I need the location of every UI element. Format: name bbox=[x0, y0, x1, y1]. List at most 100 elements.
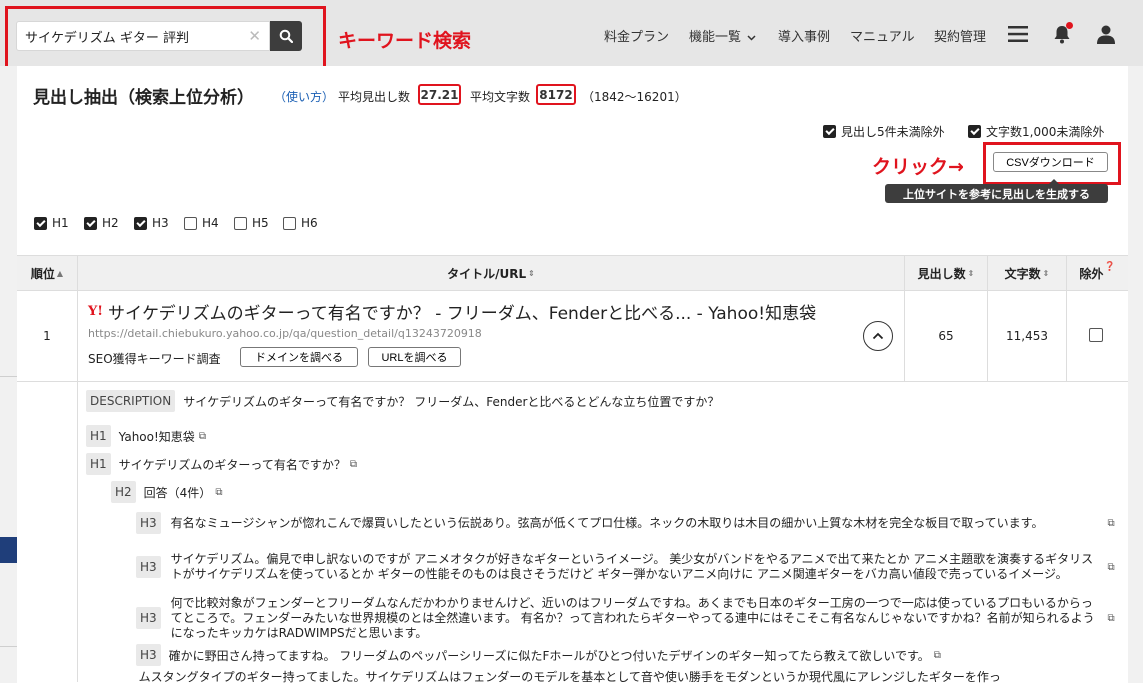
heading-tag: H3 bbox=[136, 644, 161, 666]
sort-icon[interactable]: ⇕ bbox=[968, 269, 975, 278]
row-char-count: 11,453 bbox=[1006, 329, 1048, 343]
heading-text: サイケデリズムのギターって有名ですか？ bbox=[118, 457, 346, 472]
heading-tag: H2 bbox=[111, 481, 136, 503]
click-note: クリック→ bbox=[872, 156, 964, 178]
checkbox-unchecked[interactable] bbox=[283, 216, 296, 230]
column-headings[interactable]: 見出し数 ⇕ bbox=[905, 256, 987, 290]
result-title[interactable]: サイケデリズムのギターって有名ですか？ - フリーダム、Fenderと比べる..… bbox=[108, 299, 816, 324]
column-rank-label[interactable]: 順位 bbox=[31, 265, 55, 282]
heading-h3-short: H3 確かに野田さん持ってますね。 フリーダムのペッパーシリーズに似たFホールが… bbox=[136, 644, 941, 666]
heading-text: 何で比較対象がフェンダーとフリーダムなんだかわかりませんけど、近いのはフリーダム… bbox=[170, 595, 1095, 640]
level-label: H1 bbox=[52, 216, 69, 230]
level-h1-checkbox[interactable]: H1 bbox=[34, 216, 69, 230]
exclude-under5-checkbox[interactable]: 見出し5件未満除外 bbox=[823, 123, 945, 140]
external-link-icon[interactable]: ⧉ bbox=[1108, 562, 1115, 573]
nav-features[interactable]: 機能一覧 bbox=[689, 26, 756, 45]
column-chars[interactable]: 文字数 ⇕ bbox=[988, 256, 1066, 290]
column-title[interactable]: タイトル/URL ⇕ bbox=[78, 256, 904, 290]
notification-button[interactable] bbox=[1050, 22, 1074, 46]
heading-text: 有名なミュージシャンが惚れこんで爆買いしたという伝説あり。弦高が低くてプロ仕様。… bbox=[170, 515, 1044, 530]
avg-heading-value: 27.21 bbox=[418, 84, 461, 105]
check-url-button[interactable]: URLを調べる bbox=[368, 347, 461, 367]
row-rank: 1 bbox=[43, 329, 51, 343]
column-rank[interactable]: 順位 ▲ bbox=[17, 256, 77, 290]
result-url[interactable]: https://detail.chiebukuro.yahoo.co.jp/qa… bbox=[88, 327, 482, 340]
column-exclude: 除外 ❓ bbox=[1067, 256, 1128, 290]
external-link-icon[interactable]: ⧉ bbox=[199, 431, 206, 442]
description-tag: DESCRIPTION bbox=[86, 390, 176, 412]
generate-headings-tooltip[interactable]: 上位サイトを参考に見出しを生成する bbox=[885, 179, 1108, 203]
heading-h1: H1 サイケデリズムのギターって有名ですか？ ⧉ bbox=[86, 453, 357, 475]
heading-h3: H3 サイケデリズム。偏見で申し訳ないのですが アニメオタクが好きなギターという… bbox=[136, 544, 1115, 590]
column-headings-label[interactable]: 見出し数 bbox=[918, 265, 966, 282]
account-button[interactable] bbox=[1094, 22, 1118, 46]
results-table-header: 順位 ▲ タイトル/URL ⇕ 見出し数 ⇕ 文字数 ⇕ 除外 ❓ bbox=[17, 255, 1128, 291]
collapse-button[interactable] bbox=[863, 321, 893, 351]
exclude-checkbox[interactable] bbox=[1089, 328, 1103, 342]
nav-cases[interactable]: 導入事例 bbox=[778, 26, 830, 45]
checkbox-checked[interactable] bbox=[84, 216, 97, 230]
external-link-icon[interactable]: ⧉ bbox=[934, 650, 941, 661]
external-link-icon[interactable]: ⧉ bbox=[215, 487, 222, 498]
level-h3-checkbox[interactable]: H3 bbox=[134, 216, 169, 230]
column-chars-label[interactable]: 文字数 bbox=[1005, 265, 1041, 282]
help-icon[interactable]: ❓ bbox=[1104, 262, 1115, 272]
left-accent-band bbox=[0, 537, 17, 563]
search-highlight-frame bbox=[5, 6, 326, 69]
heading-text: 回答（4件） bbox=[143, 485, 212, 500]
left-background-strip bbox=[0, 66, 17, 683]
menu-button[interactable] bbox=[1006, 22, 1030, 46]
sort-icon[interactable]: ⇕ bbox=[1043, 269, 1050, 278]
row-heading-count: 65 bbox=[938, 329, 954, 343]
result-title-link[interactable]: Y! サイケデリズムのギターって有名ですか？ - フリーダム、Fenderと比べ… bbox=[88, 299, 816, 324]
nav-features-label[interactable]: 機能一覧 bbox=[689, 30, 741, 45]
external-link-icon[interactable]: ⧉ bbox=[1108, 518, 1115, 529]
nav-manual[interactable]: マニュアル bbox=[850, 26, 915, 45]
description-text: サイケデリズムのギターって有名ですか？ フリーダム、Fenderと比べるとどんな… bbox=[183, 394, 720, 409]
headings-detail: DESCRIPTION サイケデリズムのギターって有名ですか？ フリーダム、Fe… bbox=[78, 382, 1128, 683]
heading-tag: H1 bbox=[86, 425, 111, 447]
level-h6-checkbox[interactable]: H6 bbox=[283, 216, 318, 230]
heading-text: ムスタングタイプのギター持ってました。サイケデリズムはフェンダーのモデルを基本と… bbox=[138, 670, 1001, 683]
heading-h2: H2 回答（4件） ⧉ bbox=[111, 481, 222, 503]
page-title: 見出し抽出（検索上位分析） bbox=[33, 88, 254, 108]
scrollbar-track[interactable] bbox=[1128, 66, 1143, 683]
checkbox-checked[interactable] bbox=[134, 216, 147, 230]
level-label: H2 bbox=[102, 216, 119, 230]
checkbox-unchecked[interactable] bbox=[184, 216, 197, 230]
hamburger-icon bbox=[1008, 26, 1028, 42]
level-h4-checkbox[interactable]: H4 bbox=[184, 216, 219, 230]
heading-h3-cut: H3 ムスタングタイプのギター持ってました。サイケデリズムはフェンダーのモデルを… bbox=[136, 670, 1069, 683]
column-exclude-label: 除外 bbox=[1079, 266, 1104, 281]
nav-pricing[interactable]: 料金プラン bbox=[604, 26, 669, 45]
sort-icon[interactable]: ⇕ bbox=[528, 269, 535, 278]
heading-tag: H1 bbox=[86, 453, 111, 475]
level-h5-checkbox[interactable]: H5 bbox=[234, 216, 269, 230]
nav-contract[interactable]: 契約管理 bbox=[934, 26, 986, 45]
avg-chars-value: 8172 bbox=[536, 84, 576, 105]
checkbox-unchecked[interactable] bbox=[234, 216, 247, 230]
avg-chars-label: 平均文字数 bbox=[470, 90, 531, 104]
keyword-search-note: キーワード検索 bbox=[338, 30, 472, 52]
howto-link[interactable]: （使い方） bbox=[274, 88, 334, 105]
checkbox-checked[interactable] bbox=[968, 125, 981, 138]
heading-text: サイケデリズム。偏見で申し訳ないのですが アニメオタクが好きなギターというイメー… bbox=[170, 552, 1094, 581]
avg-heading-label: 平均見出し数 bbox=[338, 90, 411, 104]
sort-asc-icon[interactable]: ▲ bbox=[57, 269, 63, 278]
checkbox-checked[interactable] bbox=[34, 216, 47, 230]
check-domain-button[interactable]: ドメインを調べる bbox=[240, 347, 358, 367]
seo-keyword-label: SEO獲得キーワード調査 bbox=[88, 352, 221, 366]
heading-extraction-panel: 見出し抽出（検索上位分析） （使い方） 平均見出し数 27.21 平均文字数 8… bbox=[17, 66, 1128, 683]
top-header: サイケデリズム ギター 評判 ✕ キーワード検索 料金プラン 機能一覧 導入事例… bbox=[0, 0, 1143, 69]
level-label: H6 bbox=[301, 216, 318, 230]
external-link-icon[interactable]: ⧉ bbox=[350, 459, 357, 470]
heading-text: Yahoo!知恵袋 bbox=[118, 429, 195, 444]
external-link-icon[interactable]: ⧉ bbox=[1108, 613, 1115, 624]
chevron-down-icon bbox=[747, 35, 756, 41]
column-title-label[interactable]: タイトル/URL bbox=[447, 265, 526, 282]
exclude-under1000-checkbox[interactable]: 文字数1,000未満除外 bbox=[968, 123, 1104, 140]
checkbox-checked[interactable] bbox=[823, 125, 836, 138]
level-h2-checkbox[interactable]: H2 bbox=[84, 216, 119, 230]
yahoo-logo-icon: Y! bbox=[88, 304, 103, 319]
heading-h3: H3 有名なミュージシャンが惚れこんで爆買いしたという伝説あり。弦高が低くてプロ… bbox=[136, 509, 1115, 537]
